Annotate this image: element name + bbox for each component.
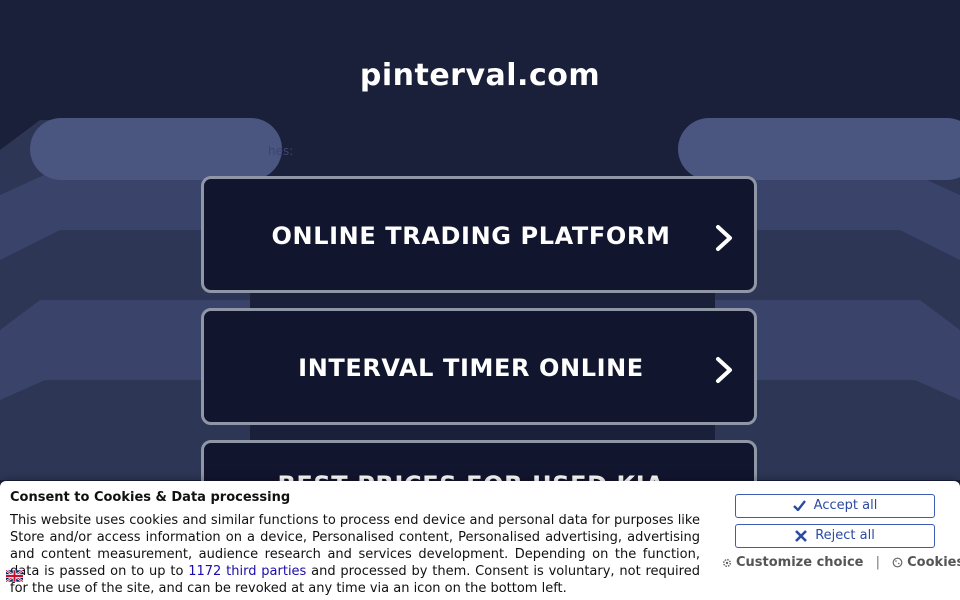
uk-flag-icon[interactable] — [6, 570, 23, 582]
related-searches-label: hes: — [268, 144, 294, 158]
related-link-label: INTERVAL TIMER ONLINE — [298, 354, 644, 382]
chevron-right-icon — [716, 225, 732, 251]
link-separator: | — [875, 555, 880, 570]
customize-choice-label: Customize choice — [736, 555, 864, 570]
chevron-right-icon — [716, 357, 732, 383]
third-parties-link[interactable]: 1172 third parties — [188, 564, 306, 579]
cookie-consent-banner: Consent to Cookies & Data processing Thi… — [0, 481, 960, 600]
cookie-icon — [892, 557, 903, 568]
accept-all-button[interactable]: Accept all — [735, 494, 935, 518]
consent-title: Consent to Cookies & Data processing — [10, 490, 291, 505]
reject-all-button[interactable]: Reject all — [735, 524, 935, 548]
cookies-link[interactable]: Cookies — [892, 555, 960, 570]
customize-choice-link[interactable]: Customize choice — [722, 555, 868, 570]
check-icon — [792, 500, 806, 511]
consent-secondary-links: Customize choice | Cookies — [722, 555, 960, 570]
consent-body: This website uses cookies and similar fu… — [10, 512, 700, 597]
related-link-online-trading-platform[interactable]: ONLINE TRADING PLATFORM — [201, 176, 757, 293]
gear-icon — [723, 558, 731, 567]
related-link-label: ONLINE TRADING PLATFORM — [271, 222, 671, 250]
x-icon — [795, 529, 808, 542]
related-link-interval-timer-online[interactable]: INTERVAL TIMER ONLINE — [201, 308, 757, 425]
cookies-label: Cookies — [907, 555, 960, 570]
site-title: pinterval.com — [359, 58, 601, 93]
reject-all-label: Reject all — [815, 528, 875, 543]
accept-all-label: Accept all — [813, 498, 878, 513]
